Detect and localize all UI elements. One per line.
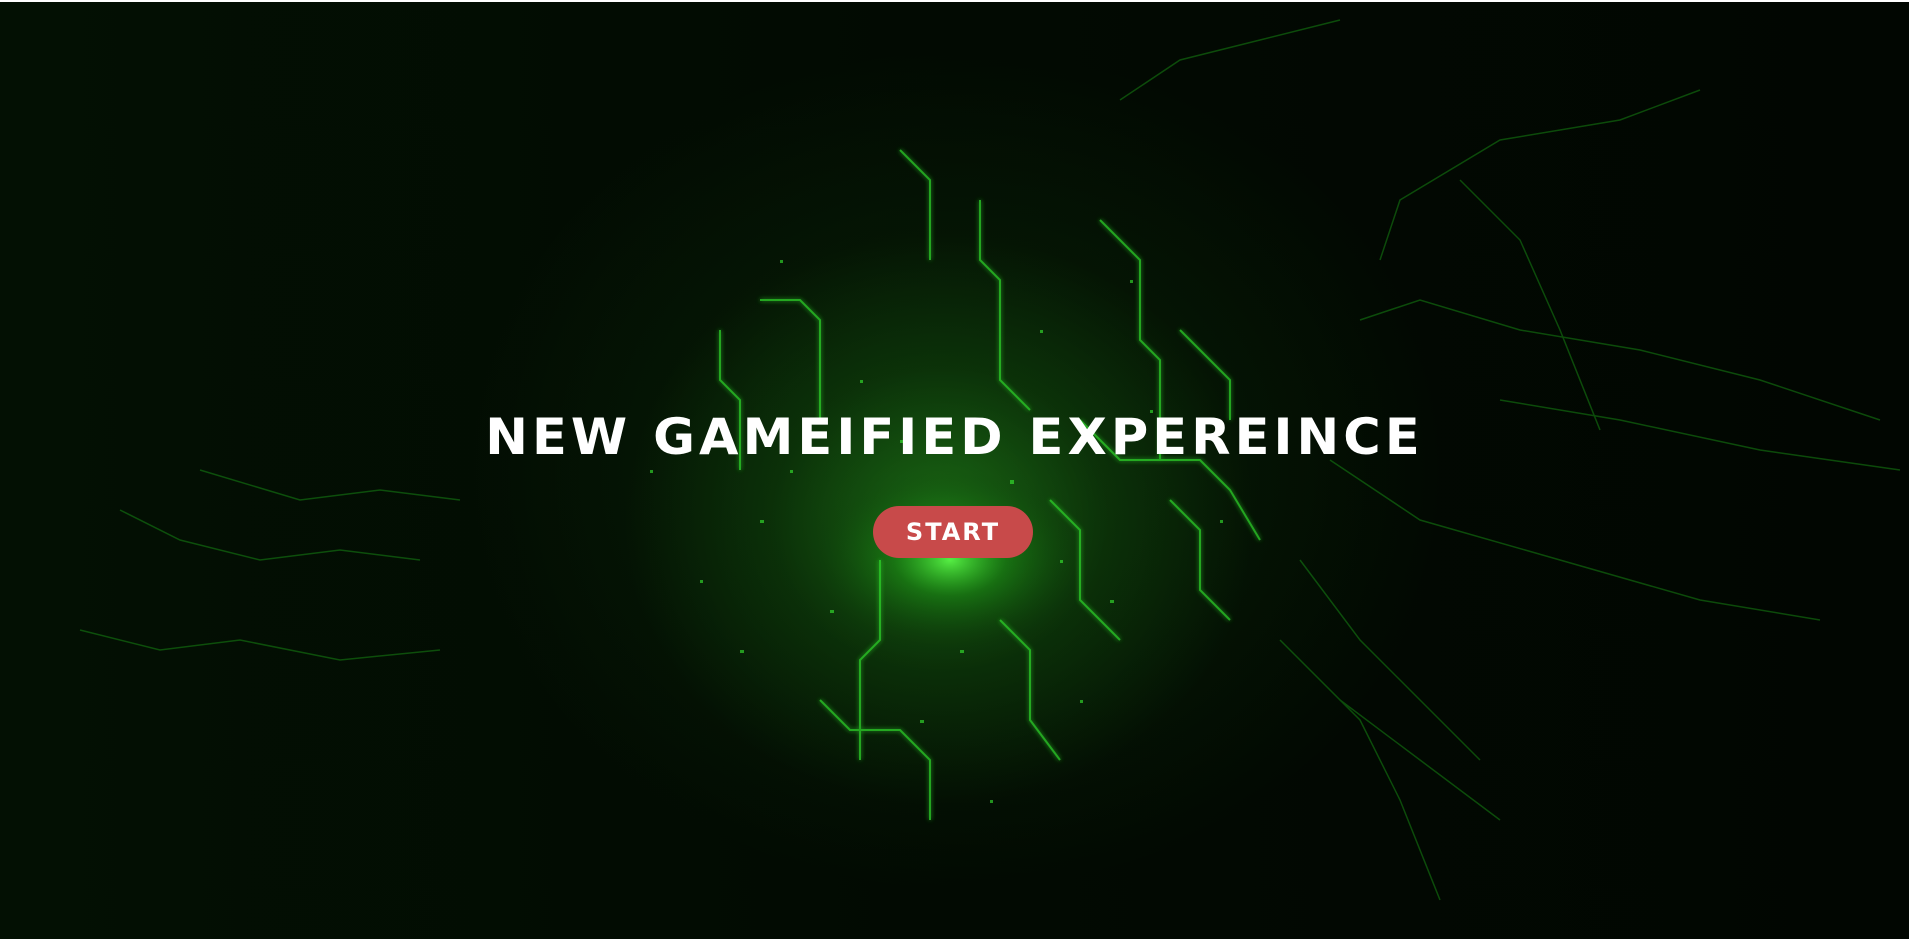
circuit-background <box>79 19 1901 901</box>
hero-section: NEW GAMEIFIED EXPEREINCE START <box>0 0 1909 939</box>
start-button[interactable]: START <box>873 506 1033 558</box>
hero-title: NEW GAMEIFIED EXPEREINCE <box>485 408 1424 466</box>
